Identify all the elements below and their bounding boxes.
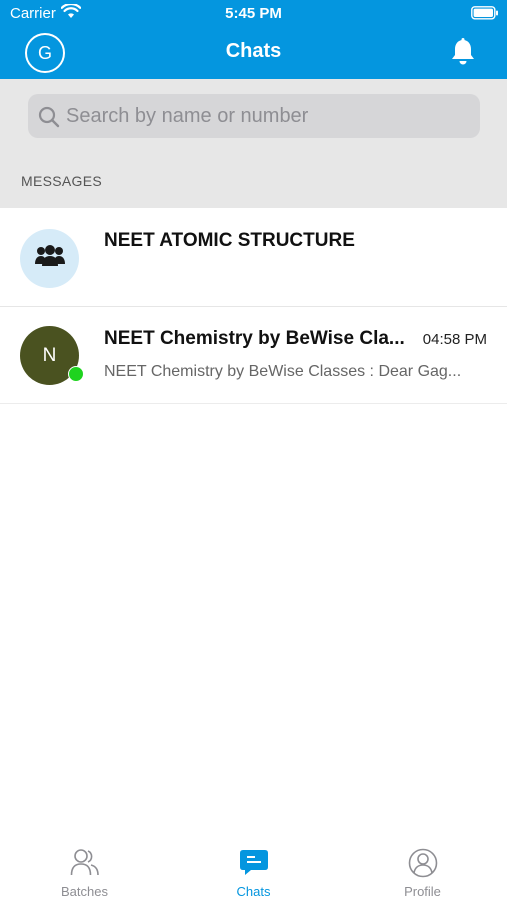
- chat-preview: NEET Chemistry by BeWise Classes : Dear …: [104, 363, 462, 380]
- tab-bar: Batches Chats Profile: [0, 836, 507, 900]
- group-avatar: [20, 229, 79, 288]
- app-header: Carrier 5:45 PM G Chats: [0, 0, 507, 79]
- chat-row[interactable]: N NEET Chemistry by BeWise Cla... 04:58 …: [0, 307, 507, 404]
- chat-timestamp: 04:58 PM: [422, 331, 487, 348]
- search-input[interactable]: Search by name or number: [28, 94, 480, 138]
- chat-avatar-initial: N: [42, 344, 57, 366]
- profile-icon: [408, 848, 438, 883]
- batches-icon: [70, 848, 100, 881]
- battery-icon: [471, 6, 499, 25]
- search-placeholder: Search by name or number: [66, 105, 309, 127]
- group-icon: [34, 244, 66, 273]
- tab-batches-label: Batches: [61, 884, 108, 899]
- chat-title: NEET ATOMIC STRUCTURE: [104, 230, 355, 251]
- chat-title: NEET Chemistry by BeWise Cla...: [104, 328, 405, 349]
- tab-batches[interactable]: Batches: [0, 836, 169, 900]
- online-status-indicator: [68, 366, 84, 382]
- notification-bell-icon[interactable]: [450, 38, 476, 71]
- chat-row-group[interactable]: NEET ATOMIC STRUCTURE: [0, 208, 507, 307]
- page-title: Chats: [225, 40, 282, 62]
- search-section: Search by name or number MESSAGES: [0, 79, 507, 208]
- status-time: 5:45 PM: [225, 5, 282, 22]
- tab-profile-label: Profile: [404, 884, 441, 899]
- chat-icon: [239, 848, 269, 881]
- messages-section-label: MESSAGES: [21, 173, 102, 189]
- tab-chats-label: Chats: [236, 884, 271, 899]
- search-icon: [38, 106, 60, 133]
- tab-chats[interactable]: Chats: [169, 836, 338, 900]
- tab-profile[interactable]: Profile: [338, 836, 507, 900]
